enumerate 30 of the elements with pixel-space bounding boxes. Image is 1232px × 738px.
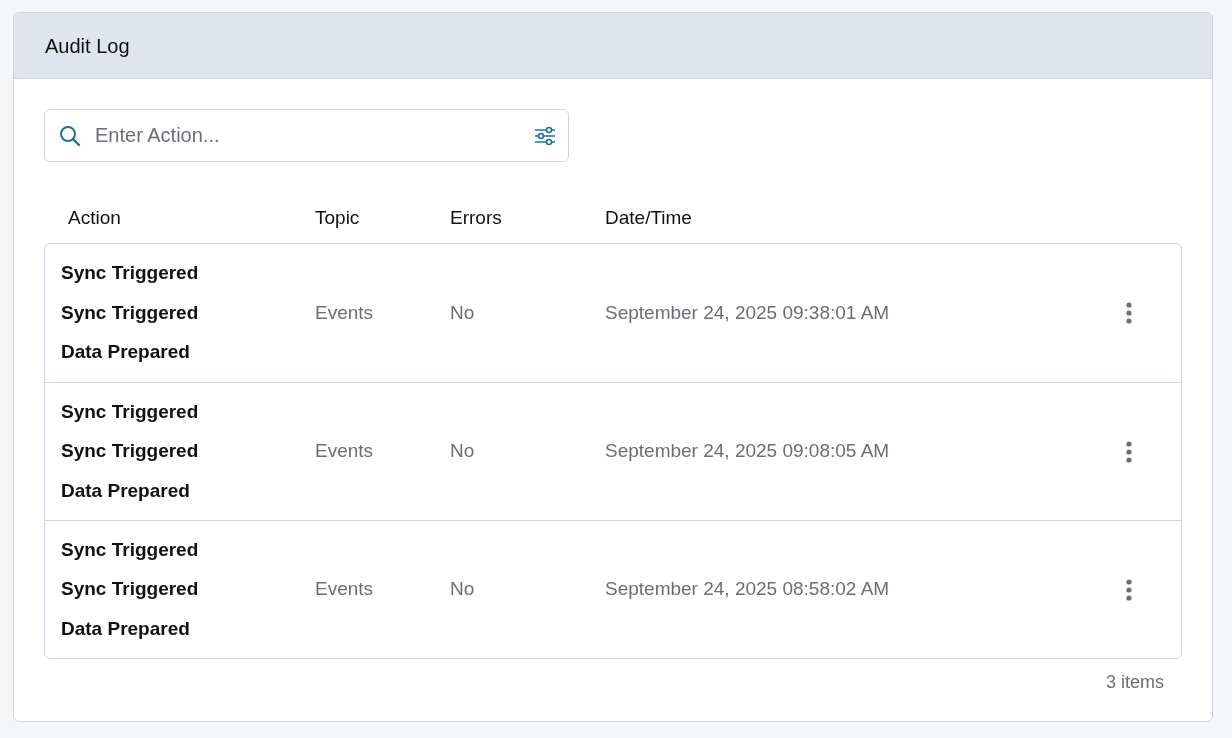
search-field[interactable]: Enter Action... (44, 109, 569, 162)
action-text: Sync Triggered (61, 399, 200, 424)
datetime-cell: September 24, 2025 08:58:02 AM (605, 578, 890, 600)
search-icon (59, 124, 81, 147)
topic-cell: Events (315, 578, 374, 600)
action-text: Data Prepared (61, 478, 191, 503)
column-header: Errors (450, 206, 503, 230)
action-text: Data Prepared (61, 616, 191, 641)
column-header: Action (68, 206, 122, 230)
topic-cell: Events (315, 301, 374, 323)
kebab-menu-icon (1125, 301, 1133, 325)
kebab-menu-icon (1125, 439, 1133, 464)
action-text: Sync Triggered (61, 300, 200, 325)
column-header: Date/Time (605, 206, 693, 230)
kebab-menu-icon (1125, 577, 1133, 602)
action-text: Sync Triggered (61, 537, 200, 562)
column-header: Topic (315, 206, 361, 230)
action-text: Sync Triggered (61, 577, 200, 602)
errors-cell: No (450, 301, 475, 323)
filter-sliders-icon[interactable] (534, 125, 556, 146)
errors-cell: No (450, 578, 475, 600)
item-count: 3 items (1105, 672, 1164, 692)
topic-cell: Events (315, 440, 374, 462)
action-text: Data Prepared (61, 340, 191, 365)
errors-cell: No (450, 440, 475, 462)
datetime-cell: September 24, 2025 09:38:01 AM (605, 301, 890, 323)
action-text: Sync Triggered (61, 439, 200, 464)
panel-title: Audit Log (45, 33, 130, 59)
datetime-cell: September 24, 2025 09:08:05 AM (605, 440, 890, 462)
action-text: Sync Triggered (61, 261, 200, 286)
